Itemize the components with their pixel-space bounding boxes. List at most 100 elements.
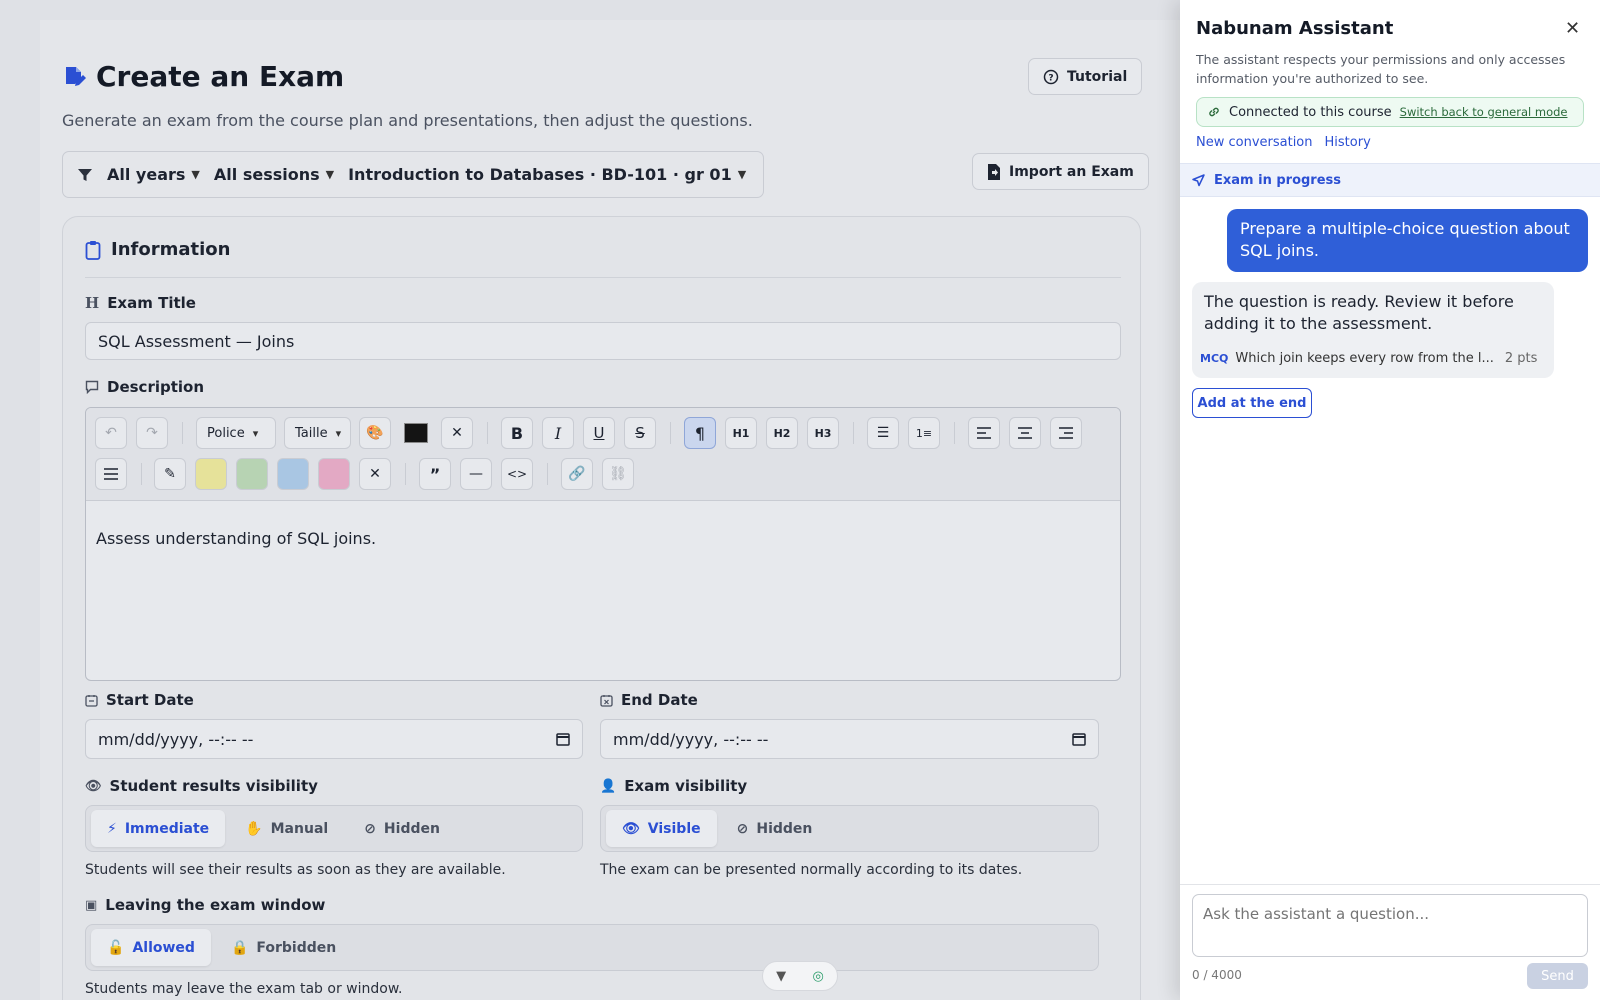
new-conversation-link[interactable]: New conversation [1196, 135, 1313, 150]
leaving-window-label: ▣ Leaving the exam window [85, 896, 325, 914]
leaving-forbidden-option[interactable]: 🔒 Forbidden [215, 929, 352, 966]
option-label: Forbidden [256, 939, 337, 956]
results-hidden-option[interactable]: ⊘ Hidden [348, 810, 456, 847]
calendar-icon[interactable] [556, 732, 570, 746]
send-arrow-icon [1192, 173, 1205, 187]
eye-icon: 👁 [622, 820, 640, 837]
palette-icon[interactable]: 🎨 [359, 417, 391, 449]
underline-icon[interactable]: U [583, 417, 615, 449]
unlink-icon[interactable]: ⛓ [602, 458, 634, 490]
results-immediate-option[interactable]: ⚡ Immediate [91, 810, 226, 847]
text-color-swatch[interactable] [400, 417, 432, 449]
vue-devtools-icon[interactable]: ▼ [776, 969, 786, 984]
bold-icon[interactable]: B [501, 417, 533, 449]
redo-icon[interactable]: ↷ [136, 417, 168, 449]
size-select-value: Taille [295, 425, 328, 441]
highlight-yellow-swatch[interactable] [195, 458, 227, 490]
course-filter-label: Introduction to Databases · BD-101 · gr … [348, 165, 732, 184]
highlighter-icon[interactable]: ✎ [154, 458, 186, 490]
start-date-label-text: Start Date [106, 691, 194, 709]
toolbar-separator [954, 422, 955, 444]
exam-progress-bar: Exam in progress [1180, 163, 1600, 197]
history-link[interactable]: History [1325, 135, 1371, 150]
bullet-list-icon[interactable]: ☰ [867, 417, 899, 449]
question-preview-text: Which join keeps every row from the l... [1235, 351, 1494, 366]
results-visibility-label-text: Student results visibility [109, 777, 318, 795]
justify-icon[interactable] [95, 458, 127, 490]
results-visibility-help: Students will see their results as soon … [85, 862, 506, 878]
font-select[interactable]: Police ▾ [196, 417, 276, 449]
toolbar-separator [547, 463, 548, 485]
link-icon[interactable]: 🔗 [561, 458, 593, 490]
question-type-badge: MCQ [1200, 352, 1229, 365]
years-filter[interactable]: All years ▼ [107, 165, 200, 184]
results-manual-option[interactable]: ✋ Manual [229, 810, 344, 847]
description-label-text: Description [107, 378, 205, 396]
close-icon[interactable]: ✕ [1565, 18, 1580, 39]
assistant-message: The question is ready. Review it before … [1192, 282, 1554, 378]
link-icon [1207, 105, 1221, 119]
editor-toolbar: ↶ ↷ Police ▾ Taille ▾ 🎨 ✕ B I U S ¶ H1 H… [86, 408, 1120, 501]
highlight-blue-swatch[interactable] [277, 458, 309, 490]
clear-highlight-icon[interactable]: ✕ [359, 458, 391, 490]
align-center-icon[interactable] [1009, 417, 1041, 449]
quote-icon[interactable]: ” [419, 458, 451, 490]
assistant-title: Nabunam Assistant [1196, 18, 1394, 39]
numbered-list-icon[interactable]: 1≡ [908, 417, 940, 449]
size-select[interactable]: Taille ▾ [284, 417, 351, 449]
filter-bar: All years ▼ All sessions ▼ Introduction … [62, 151, 764, 198]
information-heading: Information [111, 239, 231, 260]
bolt-icon: ⚡ [107, 820, 117, 837]
switch-general-mode-link[interactable]: Switch back to general mode [1400, 105, 1568, 119]
description-content[interactable]: Assess understanding of SQL joins. [86, 501, 1120, 576]
course-connection-banner: Connected to this course Switch back to … [1196, 97, 1584, 127]
leaving-window-help: Students may leave the exam tab or windo… [85, 981, 403, 997]
heading3-button[interactable]: H3 [807, 417, 839, 449]
italic-icon[interactable]: I [542, 417, 574, 449]
calendar-icon [85, 694, 98, 707]
edit-document-icon [62, 65, 86, 89]
option-label: Visible [647, 820, 701, 837]
highlight-pink-swatch[interactable] [318, 458, 350, 490]
user-message: Prepare a multiple-choice question about… [1227, 209, 1588, 272]
import-exam-button[interactable]: Import an Exam [972, 153, 1149, 190]
description-label: Description [85, 378, 204, 396]
exam-visible-option[interactable]: 👁 Visible [606, 810, 717, 847]
highlight-green-swatch[interactable] [236, 458, 268, 490]
exam-hidden-option[interactable]: ⊘ Hidden [721, 810, 829, 847]
leaving-window-label-text: Leaving the exam window [105, 896, 326, 914]
heading1-button[interactable]: H1 [725, 417, 757, 449]
align-left-icon[interactable] [968, 417, 1000, 449]
sessions-filter[interactable]: All sessions ▼ [214, 165, 334, 184]
undo-icon[interactable]: ↶ [95, 417, 127, 449]
add-at-end-button[interactable]: Add at the end [1192, 388, 1312, 418]
clipboard-icon [85, 240, 101, 260]
course-filter[interactable]: Introduction to Databases · BD-101 · gr … [348, 165, 746, 184]
information-header: Information [85, 239, 230, 260]
leaving-allowed-option[interactable]: 🔓 Allowed [91, 929, 211, 966]
horizontal-rule-icon[interactable]: — [460, 458, 492, 490]
comment-icon [85, 380, 99, 394]
conversation-links: New conversation History [1196, 135, 1371, 150]
align-right-icon[interactable] [1050, 417, 1082, 449]
chevron-down-icon: ▼ [191, 168, 200, 181]
question-points: 2 pts [1504, 351, 1538, 366]
end-date-input[interactable]: mm/dd/yyyy, --:-- -- [600, 719, 1099, 759]
strikethrough-icon[interactable]: S [624, 417, 656, 449]
option-label: Immediate [124, 820, 210, 837]
tutorial-button[interactable]: ? Tutorial [1028, 58, 1143, 95]
question-preview[interactable]: MCQ Which join keeps every row from the … [1200, 348, 1540, 370]
target-icon[interactable]: ◎ [812, 969, 823, 984]
connected-text: Connected to this course [1229, 104, 1392, 120]
code-icon[interactable]: <> [501, 458, 533, 490]
assistant-question-input[interactable] [1192, 894, 1588, 957]
start-date-input[interactable]: mm/dd/yyyy, --:-- -- [85, 719, 583, 759]
heading2-button[interactable]: H2 [766, 417, 798, 449]
toolbar-separator [670, 422, 671, 444]
calendar-icon[interactable] [1072, 732, 1086, 746]
exam-title-input[interactable]: SQL Assessment — Joins [85, 322, 1121, 360]
exam-visibility-help: The exam can be presented normally accor… [600, 862, 1023, 878]
paragraph-icon[interactable]: ¶ [684, 417, 716, 449]
clear-color-icon[interactable]: ✕ [441, 417, 473, 449]
option-label: Hidden [383, 820, 440, 837]
